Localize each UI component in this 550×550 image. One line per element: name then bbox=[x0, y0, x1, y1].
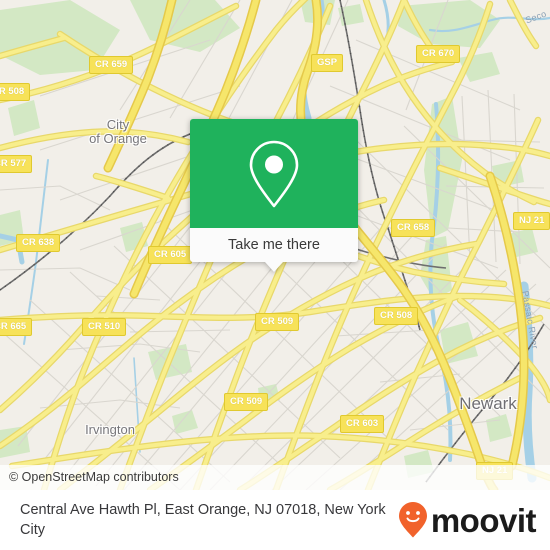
road-shield-nj-21-top: NJ 21 bbox=[513, 212, 550, 230]
road-shield-cr-603: CR 603 bbox=[340, 415, 385, 433]
road-shield-cr-508: CR 508 bbox=[374, 307, 419, 325]
moovit-map-share-card: City of Orange Irvington Newark Seco Pass… bbox=[0, 0, 550, 550]
road-shield-cr-510: CR 510 bbox=[82, 318, 127, 336]
moovit-wordmark: moovit bbox=[430, 501, 537, 539]
take-me-there-button[interactable]: Take me there bbox=[190, 228, 358, 262]
road-shield-cr-659: CR 659 bbox=[89, 56, 134, 74]
road-shield-cr-670: CR 670 bbox=[416, 45, 461, 63]
road-shield-cr-638: CR 638 bbox=[16, 234, 61, 252]
popup-tail bbox=[265, 262, 283, 272]
road-shield-508-left: CR 508 bbox=[0, 83, 31, 101]
road-shield-665: CR 665 bbox=[0, 318, 33, 336]
take-me-there-popup[interactable]: Take me there bbox=[190, 119, 358, 272]
road-shield-cr-658: CR 658 bbox=[391, 219, 436, 237]
popup-pin-panel bbox=[190, 119, 358, 228]
road-shield-cr-509-low: CR 509 bbox=[224, 393, 269, 411]
location-address: Central Ave Hawth Pl, East Orange, NJ 07… bbox=[20, 502, 386, 538]
road-shield-577: CR 577 bbox=[0, 155, 33, 173]
road-shield-cr-605: CR 605 bbox=[148, 246, 193, 264]
footer-bar: Central Ave Hawth Pl, East Orange, NJ 07… bbox=[0, 490, 550, 550]
road-shield-cr-509-mid: CR 509 bbox=[255, 313, 300, 331]
road-shield-gsp: GSP bbox=[311, 54, 344, 72]
map-pin-icon bbox=[249, 140, 299, 207]
moovit-smiley-pin-icon bbox=[398, 502, 427, 538]
moovit-logo[interactable]: moovit bbox=[398, 501, 537, 539]
map-attribution[interactable]: © OpenStreetMap contributors bbox=[0, 465, 550, 490]
